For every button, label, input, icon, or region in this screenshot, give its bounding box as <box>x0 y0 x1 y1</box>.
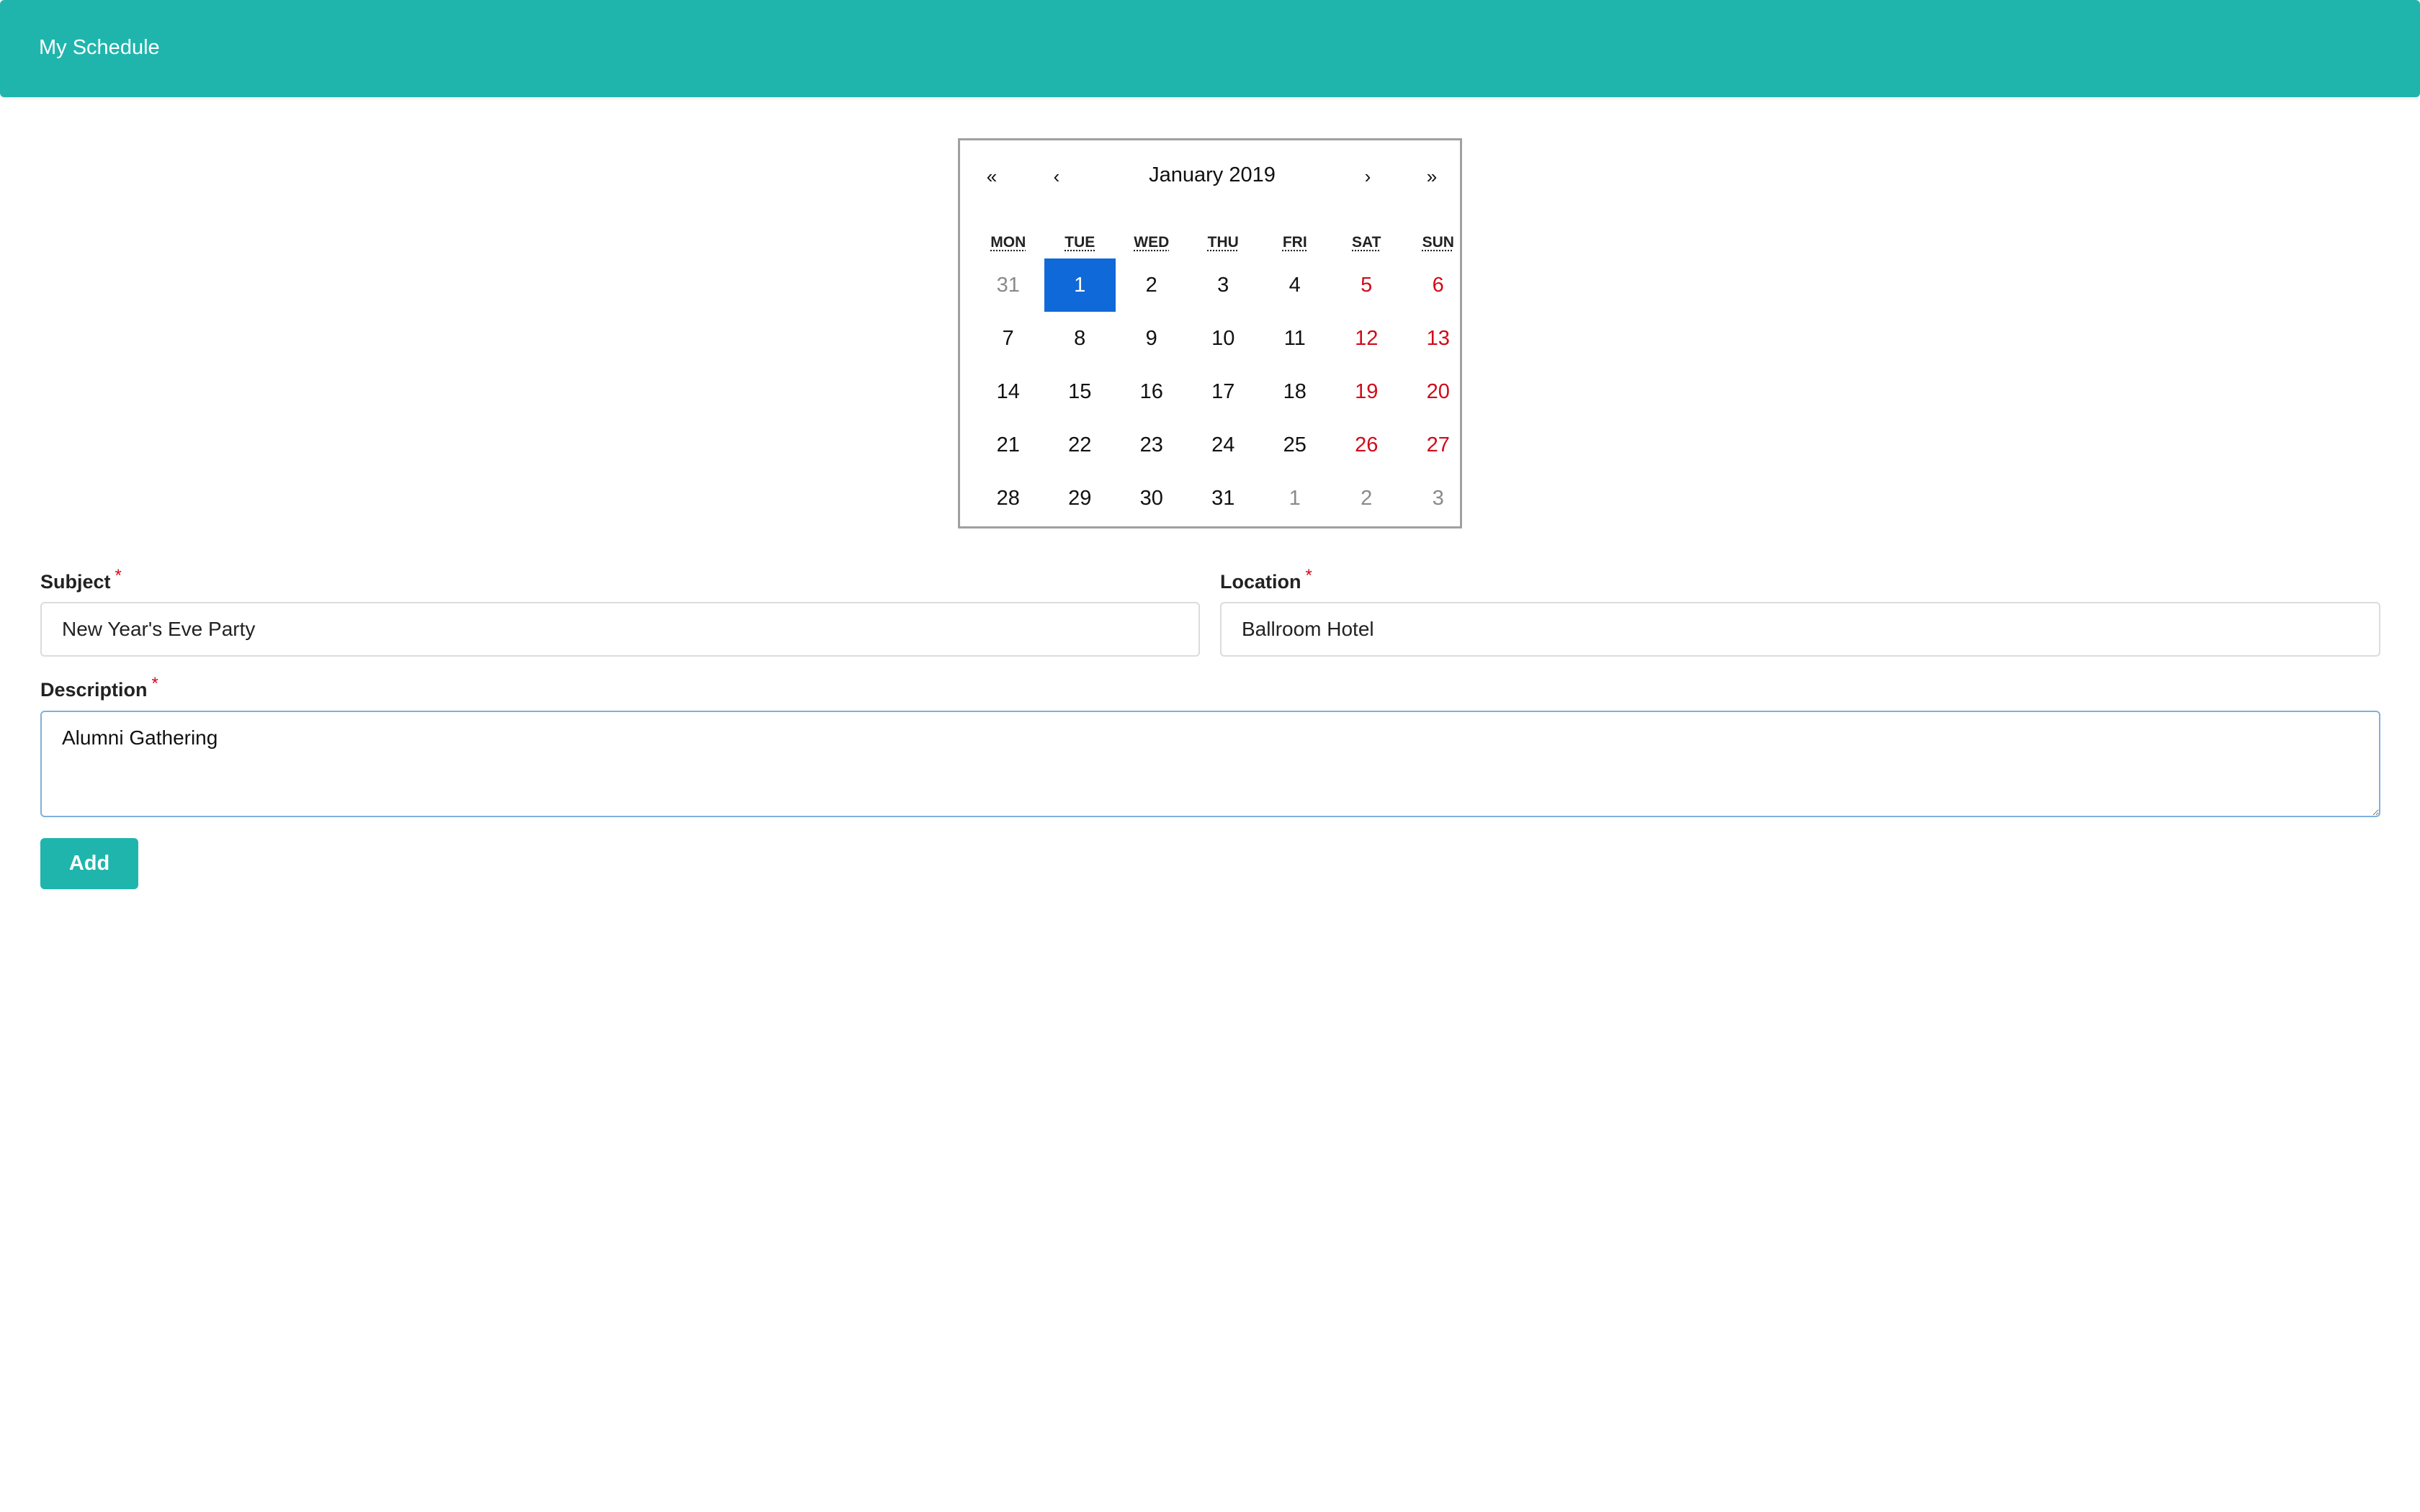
calendar-day[interactable]: 31 <box>1188 472 1260 525</box>
add-button[interactable]: Add <box>40 838 138 889</box>
description-textarea[interactable] <box>40 711 2380 817</box>
required-mark: * <box>115 566 122 585</box>
calendar-day[interactable]: 15 <box>1044 365 1116 418</box>
calendar-day[interactable]: 23 <box>1116 418 1188 472</box>
calendar-day[interactable]: 17 <box>1188 365 1260 418</box>
calendar-day[interactable]: 2 <box>1331 472 1403 525</box>
weekday-sat: SAT <box>1352 234 1381 251</box>
weekday-sun: SUN <box>1422 234 1454 251</box>
app-header: My Schedule <box>0 0 2420 97</box>
calendar-day[interactable]: 3 <box>1188 258 1260 312</box>
calendar-day[interactable]: 26 <box>1331 418 1403 472</box>
required-mark: * <box>151 674 158 693</box>
weekday-mon: MON <box>990 234 1026 251</box>
description-label-text: Description <box>40 679 148 701</box>
weekday-wed: WED <box>1134 234 1170 251</box>
weekday-fri: FRI <box>1282 234 1307 251</box>
calendar-day[interactable]: 10 <box>1188 312 1260 365</box>
weekday-tue: TUE <box>1065 234 1095 251</box>
calendar-day[interactable]: 27 <box>1402 418 1474 472</box>
calendar-day[interactable]: 30 <box>1116 472 1188 525</box>
calendar-day[interactable]: 5 <box>1331 258 1403 312</box>
next-year-button[interactable]: » <box>1417 161 1446 192</box>
location-input[interactable] <box>1220 602 2380 657</box>
calendar-day[interactable]: 19 <box>1331 365 1403 418</box>
required-mark: * <box>1305 566 1312 585</box>
subject-label-text: Subject <box>40 571 111 593</box>
calendar-day[interactable]: 31 <box>972 258 1044 312</box>
calendar-day[interactable]: 8 <box>1044 312 1116 365</box>
calendar-month-title[interactable]: January 2019 <box>1104 159 1320 191</box>
description-label: Description * <box>40 674 158 703</box>
prev-month-button[interactable]: ‹ <box>1042 161 1071 192</box>
brand-title[interactable]: My Schedule <box>39 33 160 62</box>
location-label: Location * <box>1220 566 1312 595</box>
calendar-day[interactable]: 22 <box>1044 418 1116 472</box>
subject-label: Subject * <box>40 566 122 595</box>
calendar-day[interactable]: 3 <box>1402 472 1474 525</box>
calendar-day[interactable]: 7 <box>972 312 1044 365</box>
calendar-day[interactable]: 12 <box>1331 312 1403 365</box>
calendar-day[interactable]: 14 <box>972 365 1044 418</box>
calendar-day[interactable]: 21 <box>972 418 1044 472</box>
calendar-day[interactable]: 13 <box>1402 312 1474 365</box>
calendar-day[interactable]: 9 <box>1116 312 1188 365</box>
next-month-button[interactable]: › <box>1353 161 1382 192</box>
subject-input[interactable] <box>40 602 1200 657</box>
calendar: « ‹ January 2019 › » MON TUE WED THU FRI SAT S… <box>958 138 1462 528</box>
calendar-day[interactable]: 11 <box>1259 312 1331 365</box>
calendar-day[interactable]: 20 <box>1402 365 1474 418</box>
calendar-day[interactable]: 29 <box>1044 472 1116 525</box>
weekday-thu: THU <box>1207 234 1239 251</box>
calendar-day[interactable]: 4 <box>1259 258 1331 312</box>
calendar-day[interactable]: 6 <box>1402 258 1474 312</box>
location-label-text: Location <box>1220 571 1301 593</box>
calendar-day[interactable]: 2 <box>1116 258 1188 312</box>
calendar-day[interactable]: 1 <box>1259 472 1331 525</box>
calendar-day-selected[interactable]: 1 <box>1044 258 1116 312</box>
calendar-day[interactable]: 18 <box>1259 365 1331 418</box>
calendar-day[interactable]: 28 <box>972 472 1044 525</box>
calendar-day[interactable]: 24 <box>1188 418 1260 472</box>
calendar-day[interactable]: 25 <box>1259 418 1331 472</box>
calendar-day[interactable]: 16 <box>1116 365 1188 418</box>
prev-year-button[interactable]: « <box>977 161 1006 192</box>
